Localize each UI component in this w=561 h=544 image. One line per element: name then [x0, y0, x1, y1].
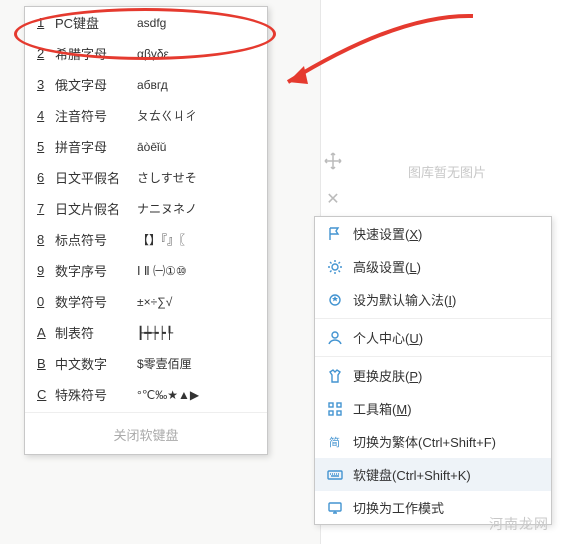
- softkbd-item-label: PC键盘: [55, 13, 137, 32]
- softkbd-item-label: 特殊符号: [55, 385, 137, 404]
- softkbd-item-sample: ㄆㄊㄍㄐㄔ: [137, 107, 255, 124]
- accelerator-key: 9: [37, 263, 49, 278]
- softkbd-item-4[interactable]: 4 注音符号ㄆㄊㄍㄐㄔ: [25, 100, 267, 131]
- cn-icon: 简: [325, 433, 345, 451]
- softkbd-item-sample: $零壹佰厘: [137, 355, 255, 372]
- menu-item-label: 快速设置(X): [353, 224, 541, 243]
- user-icon: [325, 329, 345, 347]
- softkbd-item-9[interactable]: 9 数字序号Ⅰ Ⅱ ㈠①⑩: [25, 255, 267, 286]
- accelerator-key: 1: [37, 15, 49, 30]
- softkbd-item-sample: 【】『』〖: [137, 231, 255, 248]
- softkbd-item-sample: さしすせそ: [137, 169, 255, 186]
- accelerator-key: C: [37, 387, 49, 402]
- softkbd-item-2[interactable]: 2 希腊字母αβγδε: [25, 38, 267, 69]
- soft-keyboard-menu: 1 PC键盘asdfg 2 希腊字母αβγδε 3 俄文字母абвгд 4 注音符号ㄆㄊㄍㄐㄔ…: [24, 6, 268, 455]
- softkbd-item-sample: asdfg: [137, 16, 255, 30]
- softkbd-item-label: 标点符号: [55, 230, 137, 249]
- softkbd-item-7[interactable]: 7 日文片假名ナニヌネノ: [25, 193, 267, 224]
- svg-text:简: 简: [329, 435, 340, 449]
- accelerator-key: 6: [37, 170, 49, 185]
- softkbd-item-label: 日文平假名: [55, 168, 137, 187]
- watermark: 河南龙网: [489, 514, 549, 534]
- menu-item-kbd[interactable]: 软键盘(Ctrl+Shift+K): [315, 458, 551, 491]
- accelerator-key: B: [37, 356, 49, 371]
- menu-item-label: 更换皮肤(P): [353, 366, 541, 385]
- softkbd-item-0[interactable]: 0 数学符号±×÷∑√: [25, 286, 267, 317]
- accelerator-key: 2: [37, 46, 49, 61]
- softkbd-item-label: 数学符号: [55, 292, 137, 311]
- menu-item-label: 工具箱(M): [353, 399, 541, 418]
- menu-item-label: 个人中心(U): [353, 328, 541, 347]
- softkbd-item-6[interactable]: 6 日文平假名さしすせそ: [25, 162, 267, 193]
- softkbd-item-label: 制表符: [55, 323, 137, 342]
- accelerator-key: 4: [37, 108, 49, 123]
- softkbd-item-sample: абвгд: [137, 78, 255, 92]
- menu-item-gear[interactable]: 高级设置(L): [315, 250, 551, 283]
- close-soft-keyboard[interactable]: 关闭软键盘: [25, 415, 267, 454]
- softkbd-item-8[interactable]: 8 标点符号【】『』〖: [25, 224, 267, 255]
- flag-icon: [325, 225, 345, 243]
- monitor-icon: [325, 499, 345, 517]
- accelerator-key: A: [37, 325, 49, 340]
- move-icon[interactable]: [320, 148, 346, 174]
- accelerator-key: 7: [37, 201, 49, 216]
- softkbd-item-label: 希腊字母: [55, 44, 137, 63]
- close-icon[interactable]: ✕: [320, 186, 346, 212]
- softkbd-item-5[interactable]: 5 拼音字母āòēǐǔ: [25, 131, 267, 162]
- menu-item-shirt[interactable]: 更换皮肤(P): [315, 359, 551, 392]
- softkbd-item-sample: ┠┿┾┝┞: [137, 326, 255, 340]
- menu-item-user[interactable]: 个人中心(U): [315, 321, 551, 354]
- softkbd-item-C[interactable]: C 特殊符号°℃‰★▲▶: [25, 379, 267, 410]
- softkbd-item-label: 拼音字母: [55, 137, 137, 156]
- accelerator-key: 8: [37, 232, 49, 247]
- softkbd-item-label: 数字序号: [55, 261, 137, 280]
- star-icon: [325, 291, 345, 309]
- grid-icon: [325, 400, 345, 418]
- accelerator-key: 5: [37, 139, 49, 154]
- menu-item-label: 高级设置(L): [353, 257, 541, 276]
- softkbd-item-A[interactable]: A 制表符┠┿┾┝┞: [25, 317, 267, 348]
- softkbd-item-label: 中文数字: [55, 354, 137, 373]
- softkbd-item-sample: āòēǐǔ: [137, 140, 255, 154]
- accelerator-key: 0: [37, 294, 49, 309]
- softkbd-item-sample: Ⅰ Ⅱ ㈠①⑩: [137, 262, 255, 279]
- menu-item-grid[interactable]: 工具箱(M): [315, 392, 551, 425]
- accelerator-key: 3: [37, 77, 49, 92]
- softkbd-item-3[interactable]: 3 俄文字母абвгд: [25, 69, 267, 100]
- softkbd-item-sample: °℃‰★▲▶: [137, 388, 255, 402]
- menu-item-star[interactable]: 设为默认输入法(I): [315, 283, 551, 316]
- kbd-icon: [325, 466, 345, 484]
- softkbd-item-sample: ナニヌネノ: [137, 200, 255, 217]
- menu-item-cn[interactable]: 简切换为繁体(Ctrl+Shift+F): [315, 425, 551, 458]
- softkbd-item-1[interactable]: 1 PC键盘asdfg: [25, 7, 267, 38]
- softkbd-item-label: 日文片假名: [55, 199, 137, 218]
- context-menu: 快速设置(X) 高级设置(L) 设为默认输入法(I) 个人中心(U) 更换皮肤(P) 工具…: [314, 216, 552, 525]
- gear-icon: [325, 258, 345, 276]
- shirt-icon: [325, 367, 345, 385]
- softkbd-item-sample: αβγδε: [137, 47, 255, 61]
- menu-item-label: 切换为繁体(Ctrl+Shift+F): [353, 432, 541, 451]
- menu-item-flag[interactable]: 快速设置(X): [315, 217, 551, 250]
- image-placeholder-text: 图库暂无图片: [408, 162, 486, 181]
- menu-item-label: 设为默认输入法(I): [353, 290, 541, 309]
- softkbd-item-label: 注音符号: [55, 106, 137, 125]
- softkbd-item-label: 俄文字母: [55, 75, 137, 94]
- softkbd-item-B[interactable]: B 中文数字$零壹佰厘: [25, 348, 267, 379]
- menu-item-label: 软键盘(Ctrl+Shift+K): [353, 465, 541, 484]
- softkbd-item-sample: ±×÷∑√: [137, 295, 255, 309]
